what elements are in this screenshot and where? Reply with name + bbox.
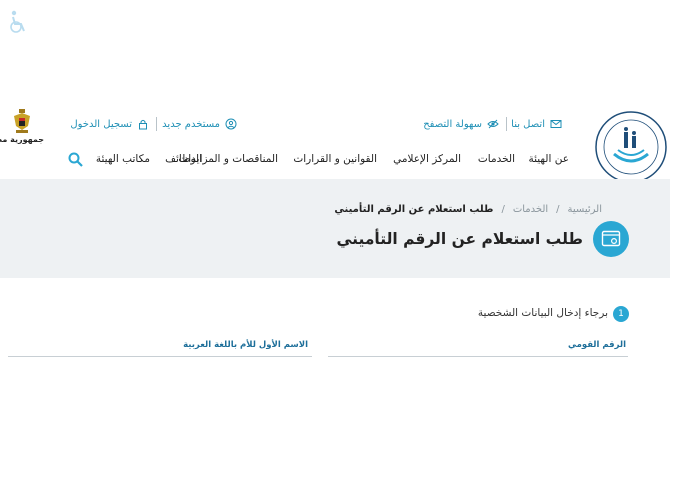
lock-icon bbox=[139, 119, 147, 130]
page-header-band bbox=[0, 179, 670, 278]
eagle-icon bbox=[14, 109, 30, 133]
nav-media-center[interactable]: المركز الإعلامي bbox=[393, 153, 461, 165]
utility-divider-2 bbox=[156, 117, 157, 131]
breadcrumb-separator-2: / bbox=[501, 204, 505, 215]
step-number-badge: 1 bbox=[613, 306, 629, 322]
wheelchair-icon[interactable] bbox=[8, 10, 28, 34]
egypt-emblem: جمهورية مصر bbox=[0, 108, 44, 148]
search-icon[interactable] bbox=[68, 152, 83, 167]
mother-name-label: الاسم الأول للأم باللغة العربية bbox=[183, 340, 308, 350]
utility-divider bbox=[506, 117, 507, 131]
breadcrumb-current: طلب استعلام عن الرقم التأميني bbox=[334, 204, 494, 215]
contact-link[interactable]: اتصل بنا bbox=[511, 118, 562, 130]
breadcrumb-home[interactable]: الرئيسية bbox=[568, 204, 602, 215]
breadcrumb-services[interactable]: الخدمات bbox=[513, 204, 548, 215]
national-id-field[interactable] bbox=[328, 356, 628, 357]
step-title: برجاء إدخال البيانات الشخصية bbox=[477, 307, 608, 319]
login-link[interactable]: تسجيل الدخول bbox=[70, 118, 149, 130]
nav-jobs[interactable]: الوظائف bbox=[165, 153, 202, 165]
page-title-icon bbox=[593, 221, 629, 257]
page-title: طلب استعلام عن الرقم التأميني bbox=[336, 230, 583, 248]
mail-icon bbox=[550, 120, 562, 128]
accessibility-link[interactable]: سهولة التصفح bbox=[423, 118, 499, 130]
new-user-link[interactable]: مستخدم جديد bbox=[162, 118, 237, 130]
eye-slash-icon bbox=[487, 119, 499, 129]
national-id-label: الرقم القومي bbox=[568, 340, 626, 350]
user-circle-icon bbox=[225, 118, 237, 130]
nav-offices[interactable]: مكاتب الهيئة bbox=[96, 153, 150, 165]
country-label: جمهورية مصر bbox=[0, 135, 44, 144]
authority-logo[interactable] bbox=[594, 110, 668, 184]
nav-services[interactable]: الخدمات bbox=[478, 153, 515, 165]
breadcrumb-separator: / bbox=[556, 204, 560, 215]
breadcrumb: الرئيسية / الخدمات / طلب استعلام عن الرق… bbox=[334, 204, 602, 215]
nav-about[interactable]: عن الهيئة bbox=[528, 153, 569, 165]
mother-name-field[interactable] bbox=[8, 356, 312, 357]
browser-settings-icon bbox=[601, 230, 621, 247]
nav-laws[interactable]: القوانين و القرارات bbox=[293, 153, 377, 165]
